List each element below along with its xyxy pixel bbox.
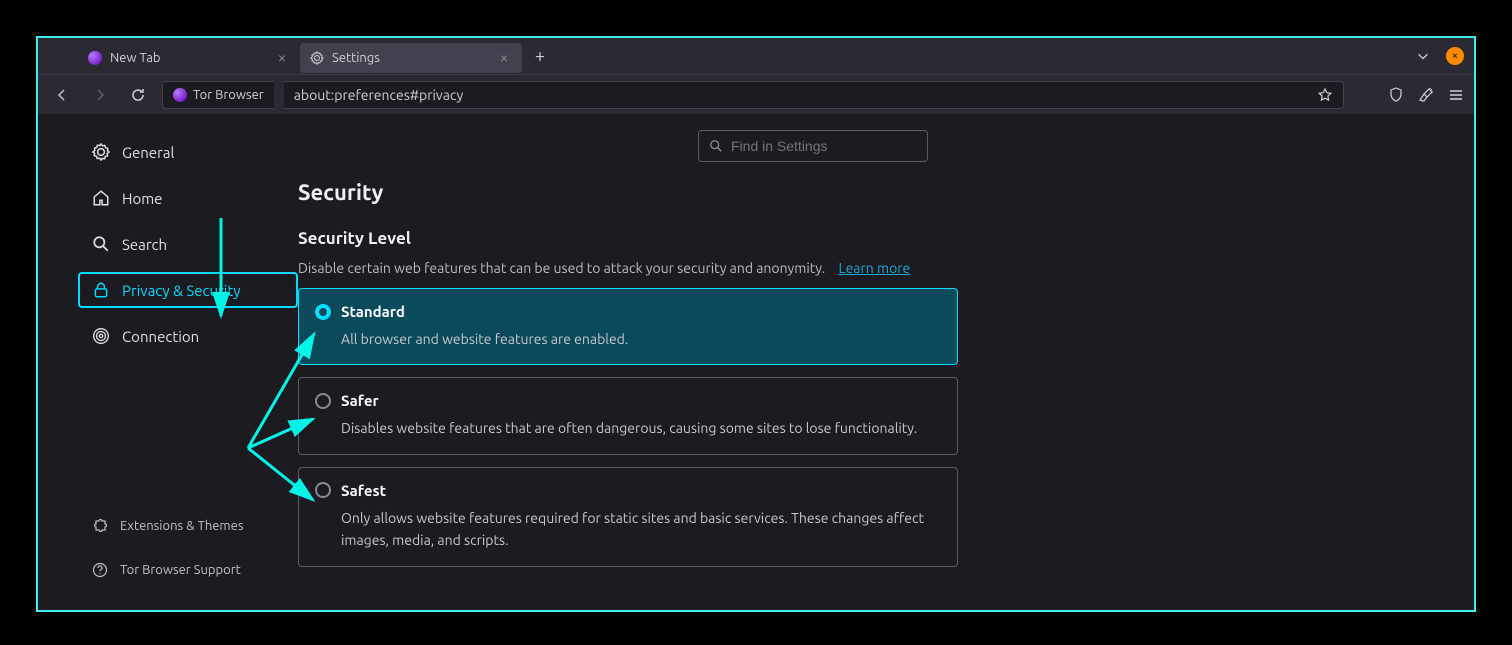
hamburger-menu-icon[interactable] — [1448, 87, 1464, 103]
close-icon[interactable]: × — [274, 49, 290, 67]
tab-new-tab[interactable]: New Tab × — [78, 43, 300, 73]
search-icon — [92, 235, 110, 253]
identity-box[interactable]: Tor Browser — [162, 81, 274, 109]
search-icon — [709, 139, 723, 153]
gear-icon — [310, 51, 324, 65]
sidebar-item-label: Search — [122, 236, 167, 253]
lock-icon — [92, 281, 110, 299]
security-option-safer[interactable]: Safer Disables website features that are… — [298, 377, 958, 454]
forward-button — [86, 81, 114, 109]
settings-content: General Home Search Privacy & Security C… — [38, 114, 1474, 610]
close-window-button[interactable]: × — [1446, 47, 1464, 65]
nav-toolbar: Tor Browser about:preferences#privacy — [38, 74, 1474, 114]
sidebar-item-label: Privacy & Security — [122, 282, 241, 299]
sidebar-item-support[interactable]: Tor Browser Support — [78, 552, 298, 588]
settings-main: Security Security Level Disable certain … — [298, 114, 1474, 610]
learn-more-link[interactable]: Learn more — [838, 260, 910, 276]
option-description: Only allows website features required fo… — [341, 507, 941, 552]
settings-sidebar: General Home Search Privacy & Security C… — [38, 114, 298, 610]
sidebar-item-extensions[interactable]: Extensions & Themes — [78, 508, 298, 544]
puzzle-icon — [92, 518, 108, 534]
url-text: about:preferences#privacy — [294, 87, 464, 103]
radio-icon — [315, 304, 331, 320]
sidebar-item-privacy-security[interactable]: Privacy & Security — [78, 272, 298, 308]
gear-icon — [92, 143, 110, 161]
broom-icon[interactable] — [1418, 87, 1434, 103]
tor-logo-icon — [88, 51, 102, 65]
reload-button[interactable] — [124, 81, 152, 109]
sidebar-item-connection[interactable]: Connection — [78, 318, 298, 354]
back-button[interactable] — [48, 81, 76, 109]
identity-label: Tor Browser — [193, 88, 264, 102]
shield-icon[interactable] — [1388, 87, 1404, 103]
tab-label: Settings — [332, 51, 380, 65]
sidebar-item-home[interactable]: Home — [78, 180, 298, 216]
chevron-down-icon[interactable] — [1416, 49, 1430, 63]
browser-window: New Tab × Settings × + × Tor Browser a — [36, 36, 1476, 612]
url-bar[interactable]: about:preferences#privacy — [284, 81, 1344, 109]
close-icon[interactable]: × — [496, 49, 512, 67]
option-description: All browser and website features are ena… — [341, 328, 941, 350]
option-description: Disables website features that are often… — [341, 417, 941, 439]
new-tab-button[interactable]: + — [526, 42, 554, 70]
sidebar-item-label: Home — [122, 190, 162, 207]
sidebar-item-label: Tor Browser Support — [120, 563, 241, 577]
tab-label: New Tab — [110, 51, 161, 65]
security-option-standard[interactable]: Standard All browser and website feature… — [298, 288, 958, 365]
sidebar-item-label: Connection — [122, 328, 199, 345]
sidebar-item-search[interactable]: Search — [78, 226, 298, 262]
tab-bar: New Tab × Settings × + × — [38, 38, 1474, 74]
radio-icon — [315, 393, 331, 409]
settings-search-input[interactable] — [731, 138, 917, 154]
question-icon — [92, 562, 108, 578]
sidebar-item-general[interactable]: General — [78, 134, 298, 170]
security-option-safest[interactable]: Safest Only allows website features requ… — [298, 467, 958, 567]
option-title: Safest — [341, 482, 386, 499]
option-title: Standard — [341, 303, 405, 320]
section-title: Security Level — [298, 229, 958, 248]
option-title: Safer — [341, 392, 379, 409]
home-icon — [92, 189, 110, 207]
bookmark-star-icon[interactable] — [1317, 87, 1333, 103]
tab-settings[interactable]: Settings × — [300, 43, 522, 73]
section-description: Disable certain web features that can be… — [298, 260, 958, 276]
page-title: Security — [298, 180, 958, 205]
sidebar-item-label: General — [122, 144, 174, 161]
tor-logo-icon — [173, 88, 187, 102]
onion-icon — [92, 327, 110, 345]
sidebar-item-label: Extensions & Themes — [120, 519, 243, 533]
settings-search[interactable] — [698, 130, 928, 162]
radio-icon — [315, 482, 331, 498]
